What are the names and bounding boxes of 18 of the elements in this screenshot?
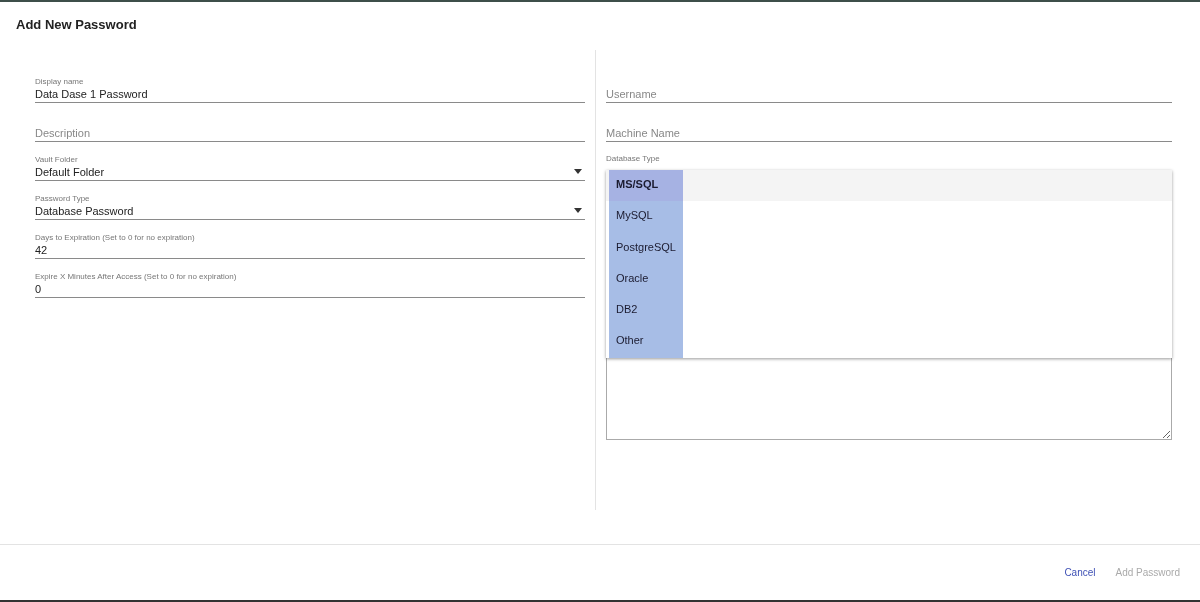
menu-item[interactable]: MS/SQL (606, 170, 1172, 202)
select-field[interactable]: Vault Folder Default Folder (35, 142, 585, 181)
dialog-title: Add New Password (15, 16, 138, 34)
menu-item[interactable]: Other (606, 326, 1172, 358)
input-field[interactable]: Description (35, 103, 585, 142)
dropdown-caret-icon (574, 169, 582, 174)
input-field[interactable]: Username (606, 64, 1172, 103)
cancel-button[interactable]: Cancel (1064, 563, 1096, 582)
menu-item[interactable]: DB2 (606, 295, 1172, 327)
input-field[interactable]: Display name Data Dase 1 Password (35, 64, 585, 103)
input-field[interactable]: Machine Name (606, 103, 1172, 142)
input-field[interactable]: Days to Expiration (Set to 0 for no expiration) 42 (35, 220, 585, 259)
menu-item[interactable]: Oracle (606, 263, 1172, 296)
input-field[interactable]: Expire X Minutes After Access (Set to 0 for no expiration) 0 (35, 259, 585, 298)
menu-item[interactable]: MySQL (606, 201, 1172, 233)
menu-item[interactable]: PostgreSQL (606, 232, 1172, 264)
dropdown-caret-icon (574, 208, 582, 213)
select-field[interactable]: Password Type Database Password (35, 181, 585, 220)
